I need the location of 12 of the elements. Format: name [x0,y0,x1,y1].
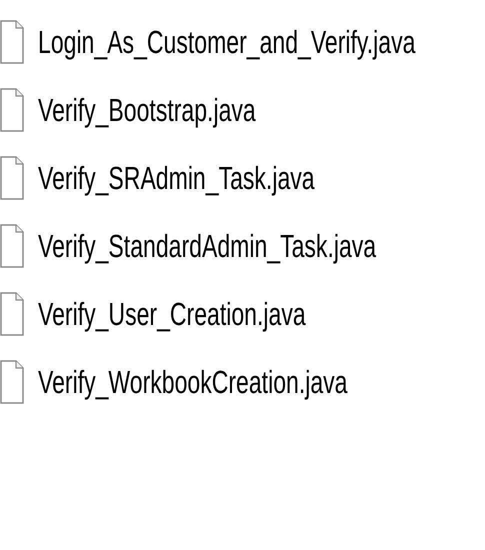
file-icon [0,88,24,132]
file-icon [0,292,24,336]
file-name[interactable]: Verify_SRAdmin_Task.java [38,160,315,196]
file-name[interactable]: Verify_User_Creation.java [38,296,306,332]
file-icon [0,20,24,64]
file-name[interactable]: Verify_StandardAdmin_Task.java [38,228,376,264]
file-icon [0,360,24,404]
file-name[interactable]: Login_As_Customer_and_Verify.java [38,24,416,60]
file-icon [0,224,24,268]
file-icon [0,156,24,200]
file-name[interactable]: Verify_Bootstrap.java [38,92,256,128]
file-name[interactable]: Verify_WorkbookCreation.java [38,364,348,400]
